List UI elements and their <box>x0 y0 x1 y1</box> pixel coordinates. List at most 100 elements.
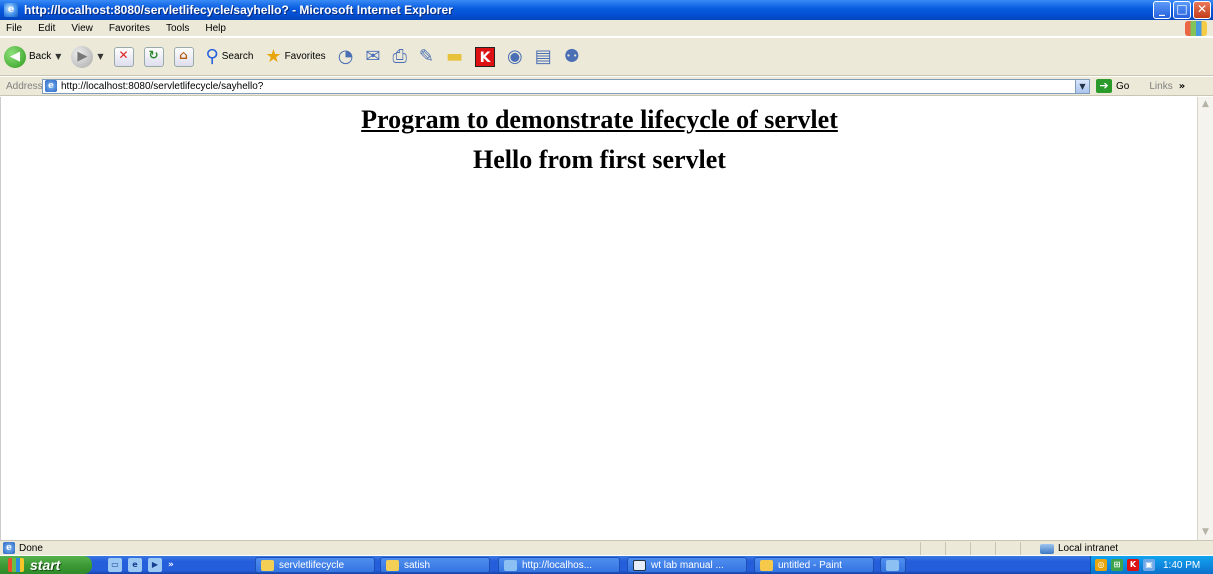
history-icon[interactable]: ◔ <box>338 46 354 67</box>
scroll-down-icon[interactable]: ▼ <box>1198 525 1213 540</box>
close-button[interactable]: ✕ <box>1193 1 1211 19</box>
media-icon[interactable]: ▶ <box>148 558 162 572</box>
desktop-icon[interactable]: ▭ <box>108 558 122 572</box>
word-icon <box>633 559 646 571</box>
edit-icon[interactable]: ✎ <box>419 46 434 67</box>
task-label: untitled - Paint <box>778 559 842 571</box>
folder-icon[interactable]: ▬ <box>446 46 463 67</box>
window-controls: _ □ ✕ <box>1153 1 1211 19</box>
chevron-down-icon[interactable]: ▼ <box>55 52 61 61</box>
menu-edit[interactable]: Edit <box>38 23 55 34</box>
status-divider <box>945 542 946 555</box>
forward-button[interactable]: ▶ ▼ <box>71 45 104 68</box>
search-button[interactable]: ⚲ Search <box>205 45 254 67</box>
favorites-button[interactable]: ★ Favorites <box>265 45 326 67</box>
menu-file[interactable]: File <box>6 23 22 34</box>
vertical-scrollbar[interactable]: ▲ ▼ <box>1197 97 1213 540</box>
start-button[interactable]: start <box>0 556 92 574</box>
page-icon: e <box>45 80 57 92</box>
system-tray: ◎ ⊞ K ▣ 1:40 PM <box>1090 556 1213 574</box>
address-url: http://localhost:8080/servletlifecycle/s… <box>61 80 264 92</box>
users-icon[interactable]: ⚉ <box>564 46 580 67</box>
maximize-button[interactable]: □ <box>1173 1 1191 19</box>
task-label: http://localhos... <box>522 559 593 571</box>
refresh-button[interactable]: ↻ <box>143 46 164 67</box>
mail-icon[interactable]: ✉ <box>365 46 380 67</box>
back-label: Back <box>29 51 52 62</box>
status-text: Done <box>19 542 43 554</box>
task-button[interactable]: servletlifecycle <box>255 557 375 573</box>
task-button[interactable] <box>880 557 906 573</box>
app-icon <box>886 559 899 571</box>
minimize-button[interactable]: _ <box>1153 1 1171 19</box>
task-label: wt lab manual ... <box>651 559 724 571</box>
security-zone[interactable]: Local intranet <box>1040 541 1118 556</box>
go-label: Go <box>1116 80 1130 92</box>
status-divider <box>995 542 996 555</box>
menu-help[interactable]: Help <box>205 23 226 34</box>
star-icon: ★ <box>265 45 282 67</box>
windows-logo-icon <box>1185 21 1207 36</box>
zone-label: Local intranet <box>1058 543 1119 554</box>
k-icon[interactable]: K <box>1127 559 1139 571</box>
status-divider <box>1020 542 1021 555</box>
messenger-icon[interactable]: ◉ <box>507 46 523 67</box>
go-arrow-icon: ➔ <box>1096 79 1112 93</box>
task-button[interactable]: untitled - Paint <box>754 557 874 573</box>
status-divider <box>970 542 971 555</box>
stop-button[interactable]: ✕ <box>113 46 134 67</box>
chevron-right-icon[interactable]: » <box>1179 81 1185 92</box>
status-divider <box>920 542 921 555</box>
chevron-down-icon[interactable]: ▼ <box>97 52 103 61</box>
search-icon: ⚲ <box>205 45 219 67</box>
windows-logo-icon <box>8 558 24 572</box>
start-label: start <box>30 557 61 573</box>
research-icon[interactable]: ▤ <box>535 46 552 67</box>
status-bar: e Done Local intranet <box>0 540 1213 555</box>
page-content: Program to demonstrate lifecycle of serv… <box>0 97 1197 540</box>
back-arrow-icon: ◀ <box>4 45 26 68</box>
scroll-up-icon[interactable]: ▲ <box>1198 97 1213 112</box>
page-heading: Program to demonstrate lifecycle of serv… <box>361 105 838 134</box>
network-icon[interactable]: ▣ <box>1143 559 1155 571</box>
address-label: Address <box>6 80 43 92</box>
folder-icon <box>386 559 399 571</box>
task-button[interactable]: satish <box>380 557 490 573</box>
window-title: http://localhost:8080/servletlifecycle/s… <box>24 3 453 17</box>
menu-favorites[interactable]: Favorites <box>109 23 150 34</box>
menu-view[interactable]: View <box>71 23 93 34</box>
clock[interactable]: 1:40 PM <box>1163 560 1200 571</box>
chevron-down-icon[interactable]: ▼ <box>1075 79 1089 93</box>
menu-tools[interactable]: Tools <box>166 23 189 34</box>
ie-quicklaunch-icon[interactable]: e <box>128 558 142 572</box>
page-icon: e <box>3 542 15 554</box>
task-button[interactable]: wt lab manual ... <box>627 557 747 573</box>
home-button[interactable]: ⌂ <box>173 46 194 67</box>
search-label: Search <box>221 51 254 62</box>
k-icon[interactable]: K <box>475 46 496 67</box>
task-label: servletlifecycle <box>279 559 345 571</box>
back-button[interactable]: ◀ Back ▼ <box>4 45 61 68</box>
forward-arrow-icon: ▶ <box>71 45 94 68</box>
toolbar: ◀ Back ▼ ▶ ▼ ✕ ↻ ⌂ ⚲ Search ★ Favorites … <box>0 38 1213 76</box>
print-icon[interactable]: ⎙ <box>393 46 407 67</box>
task-label: satish <box>404 559 431 571</box>
favorites-label: Favorites <box>284 51 326 62</box>
page-message: Hello from first servlet <box>473 145 726 174</box>
intranet-icon <box>1040 543 1054 554</box>
folder-icon <box>261 559 274 571</box>
chevron-right-icon[interactable]: » <box>168 560 174 570</box>
paint-icon <box>760 559 773 571</box>
go-button[interactable]: ➔ Go <box>1096 79 1129 93</box>
ie-icon[interactable]: e <box>4 3 18 17</box>
task-button[interactable]: http://localhos... <box>498 557 620 573</box>
links-button[interactable]: Links <box>1149 81 1172 92</box>
ie-icon <box>504 559 517 571</box>
address-bar: Address e http://localhost:8080/servletl… <box>0 77 1213 96</box>
address-input[interactable]: e http://localhost:8080/servletlifecycle… <box>42 78 1090 94</box>
tray-icon[interactable]: ◎ <box>1095 559 1107 571</box>
quick-launch: ▭ e ▶ » <box>102 558 174 572</box>
title-bar: e http://localhost:8080/servletlifecycle… <box>0 0 1213 20</box>
menu-bar: File Edit View Favorites Tools Help <box>0 20 1213 37</box>
tray-icon[interactable]: ⊞ <box>1111 559 1123 571</box>
